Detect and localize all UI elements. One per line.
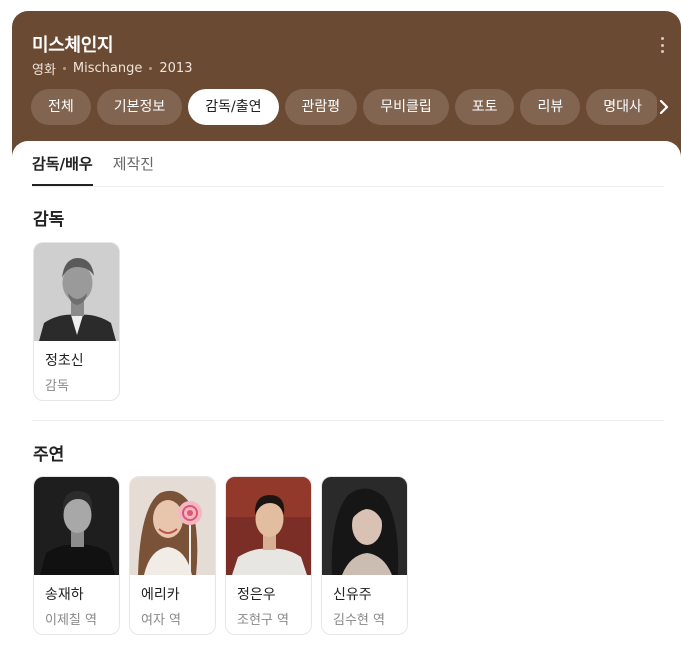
tab-all[interactable]: 전체 xyxy=(31,89,91,125)
separator-dot xyxy=(149,67,153,70)
person-card[interactable]: 송재하 이제칠 역 xyxy=(33,476,120,635)
person-card[interactable]: 신유주 김수현 역 xyxy=(321,476,408,635)
person-role: 여자 역 xyxy=(141,613,182,628)
person-name: 송재하 xyxy=(45,587,84,603)
separator-dot xyxy=(62,67,66,70)
section-title-cast: 주연 xyxy=(33,445,65,465)
person-photo xyxy=(226,477,311,575)
more-vertical-icon[interactable] xyxy=(657,37,667,53)
tab-reviews-audience[interactable]: 관람평 xyxy=(284,89,358,125)
person-card[interactable]: 정은우 조현구 역 xyxy=(225,476,312,635)
person-role: 이제칠 역 xyxy=(45,613,97,628)
subtab-director-actors[interactable]: 감독/배우 xyxy=(32,140,93,186)
subtab-production-staff[interactable]: 제작진 xyxy=(113,140,154,186)
tab-bar: 전체 기본정보 감독/출연 관람평 무비클립 포토 리뷰 명대사 xyxy=(31,89,657,125)
person-photo xyxy=(130,477,215,575)
tab-photos[interactable]: 포토 xyxy=(454,89,515,125)
person-card[interactable]: 에리카 여자 역 xyxy=(129,476,216,635)
tab-movie-clips[interactable]: 무비클립 xyxy=(363,89,449,125)
content-panel: 감독/배우 제작진 감독 정초신 감독 주연 송재하 이제칠 역 에리카 여자 … xyxy=(12,141,681,661)
person-name: 정은우 xyxy=(237,587,276,603)
chevron-right-icon[interactable] xyxy=(652,95,676,119)
tab-reviews[interactable]: 리뷰 xyxy=(520,89,581,125)
tab-director-cast[interactable]: 감독/출연 xyxy=(188,89,279,125)
section-title-director: 감독 xyxy=(33,210,65,230)
movie-year: 2013 xyxy=(159,61,193,76)
person-name: 신유주 xyxy=(333,587,372,603)
person-name: 정초신 xyxy=(45,353,84,369)
movie-info-card: 미스체인지 영화 Mischange 2013 전체 기본정보 감독/출연 관람평 무비… xyxy=(12,11,681,661)
movie-title: 미스체인지 xyxy=(32,35,114,56)
person-role: 김수현 역 xyxy=(333,613,385,628)
person-card[interactable]: 정초신 감독 xyxy=(33,242,120,401)
movie-original-title: Mischange xyxy=(72,61,143,76)
tab-quotes[interactable]: 명대사 xyxy=(586,89,657,125)
tab-basic-info[interactable]: 기본정보 xyxy=(96,89,183,125)
person-photo xyxy=(322,477,407,575)
subtab-bar: 감독/배우 제작진 xyxy=(32,141,664,187)
person-role: 감독 xyxy=(45,379,69,394)
movie-meta: 영화 Mischange 2013 xyxy=(32,59,192,78)
person-photo xyxy=(34,477,119,575)
person-name: 에리카 xyxy=(141,587,180,603)
person-photo xyxy=(34,243,119,341)
section-divider xyxy=(32,420,664,421)
movie-category: 영화 xyxy=(32,63,56,78)
person-role: 조현구 역 xyxy=(237,613,289,628)
